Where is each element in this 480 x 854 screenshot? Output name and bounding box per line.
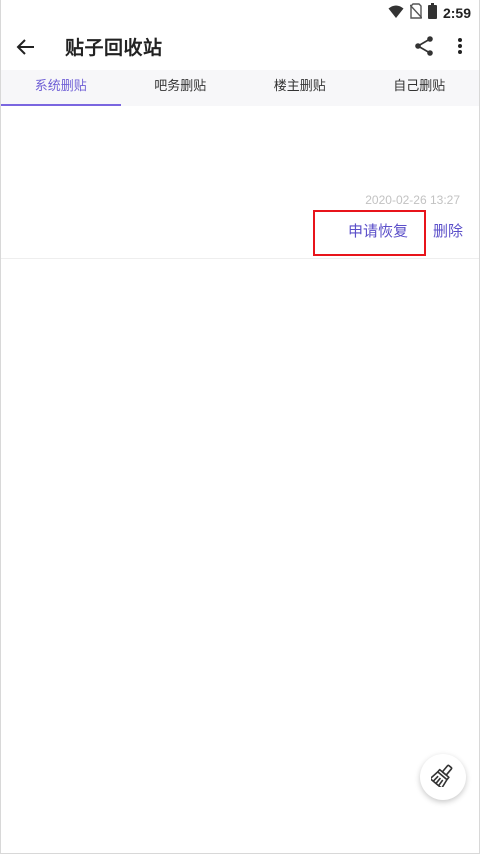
highlight-box (313, 210, 426, 256)
status-icons: 2:59 (388, 3, 471, 23)
status-time: 2:59 (442, 5, 471, 21)
no-sim-icon (409, 3, 423, 23)
app-bar: 贴子回收站 (1, 24, 479, 70)
status-bar: 2:59 (1, 0, 479, 24)
delete-button[interactable]: 删除 (433, 220, 463, 241)
post-timestamp: 2020-02-26 13:27 (365, 193, 460, 207)
tab-bar: 系统删贴 吧务删贴 楼主删贴 自己删贴 (1, 70, 479, 106)
broom-icon (429, 763, 455, 791)
tab-admin-deleted[interactable]: 吧务删贴 (121, 70, 241, 106)
tab-self-deleted[interactable]: 自己删贴 (360, 70, 480, 106)
clean-button[interactable] (420, 754, 466, 800)
screen: 2:59 贴子回收站 系统删贴 吧务删贴 楼主删贴 自己删贴 2020-02-2… (0, 0, 480, 854)
page-title: 贴子回收站 (65, 37, 163, 59)
share-icon[interactable] (413, 35, 435, 57)
battery-icon (427, 3, 437, 23)
arrow-left-icon[interactable] (15, 36, 37, 58)
more-vertical-icon[interactable] (453, 35, 467, 57)
tab-op-deleted[interactable]: 楼主删贴 (240, 70, 360, 106)
wifi-icon (388, 4, 404, 23)
tab-system-deleted[interactable]: 系统删贴 (1, 70, 121, 106)
